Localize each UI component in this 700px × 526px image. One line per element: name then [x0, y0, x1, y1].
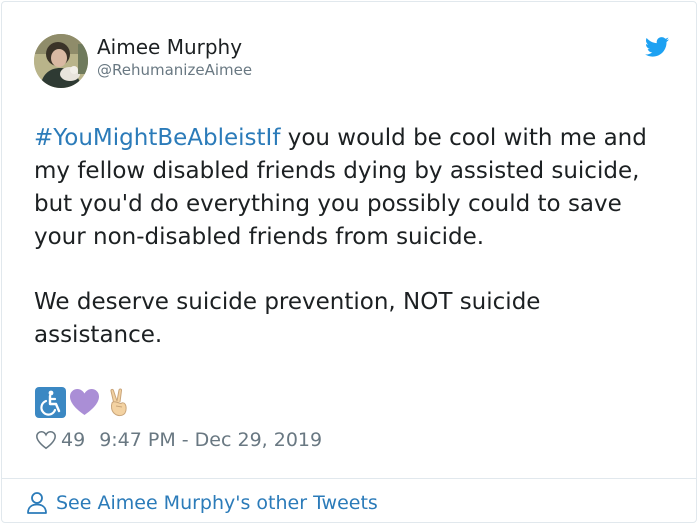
- tweet-timestamp[interactable]: 9:47 PM - Dec 29, 2019: [99, 429, 322, 451]
- see-other-tweets-label[interactable]: See Aimee Murphy's other Tweets: [56, 492, 378, 514]
- hashtag-link[interactable]: #YouMightBeAbleistIf: [34, 125, 280, 151]
- purple-heart-emoji-icon: [70, 388, 99, 415]
- see-other-tweets-link[interactable]: See Aimee Murphy's other Tweets: [26, 489, 378, 517]
- emoji-row: [35, 386, 134, 418]
- footer-divider: [2, 478, 696, 479]
- tweet-body: #YouMightBeAbleistIf you would be cool w…: [34, 122, 674, 384]
- person-icon: [27, 492, 47, 514]
- like-count[interactable]: 49: [61, 429, 85, 451]
- author-handle[interactable]: @RehumanizeAimee: [97, 60, 252, 80]
- heart-icon[interactable]: [35, 429, 57, 451]
- avatar-photo-icon: [34, 34, 88, 88]
- wheelchair-symbol-emoji-icon: [35, 386, 66, 418]
- author-avatar[interactable]: [34, 34, 88, 88]
- twitter-bird-icon[interactable]: [645, 37, 669, 57]
- author-display-name[interactable]: Aimee Murphy: [97, 34, 242, 60]
- tweet-meta-row: 49 9:47 PM - Dec 29, 2019: [35, 427, 322, 453]
- tweet-paragraph-1: #YouMightBeAbleistIf you would be cool w…: [34, 122, 674, 254]
- tweet-card: Aimee Murphy @RehumanizeAimee #YouMightB…: [1, 1, 697, 523]
- tweet-paragraph-2: We deserve suicide prevention, NOT suici…: [34, 289, 541, 348]
- victory-hand-emoji-icon: [110, 388, 127, 416]
